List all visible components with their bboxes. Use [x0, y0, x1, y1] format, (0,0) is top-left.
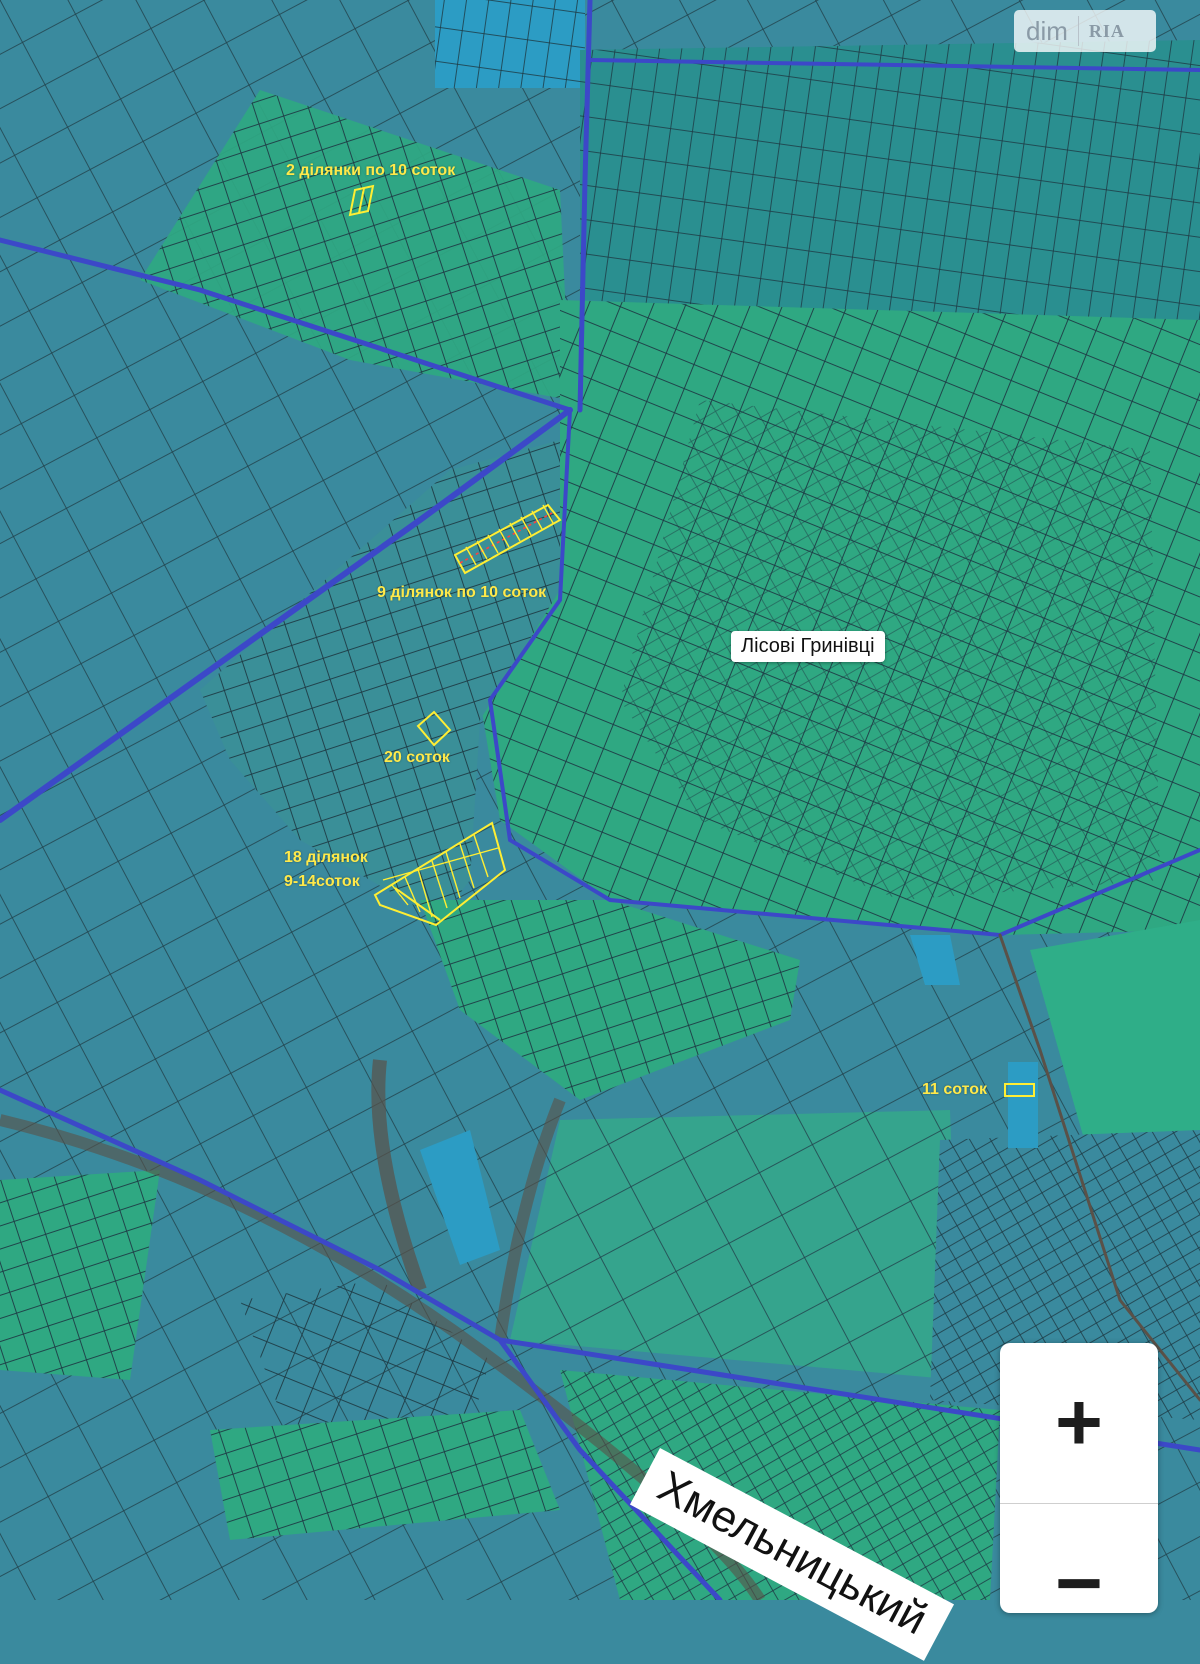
village-north-grid [580, 40, 1200, 330]
dimria-watermark: dim RIA [1014, 10, 1156, 52]
minus-icon: − [1055, 1538, 1103, 1629]
watermark-brand: dim [1026, 15, 1068, 46]
zoom-out-button[interactable]: − [1000, 1504, 1158, 1664]
green-field-south-grid [510, 1110, 960, 1380]
watermark-separator [1077, 16, 1079, 46]
label-nine-plots: 9 ділянок по 10 соток [377, 584, 547, 601]
village-name-label: Лісові Гринівці [731, 631, 885, 662]
label-two-plots: 2 ділянки по 10 соток [286, 162, 456, 179]
label-eleven-sotok: 11 соток [922, 1081, 988, 1098]
label-eighteen-line2: 9-14соток [284, 873, 360, 890]
plus-icon: + [1055, 1377, 1103, 1468]
field-blue-block-grid [435, 0, 585, 88]
zoom-in-button[interactable]: + [1000, 1343, 1158, 1503]
label-twenty-sotok: 20 соток [384, 749, 450, 766]
zoom-control: + − [1000, 1343, 1158, 1629]
watermark-ria-logo: RIA [1088, 20, 1125, 41]
blue-parcel-east [1008, 1062, 1038, 1148]
label-eighteen-line1: 18 ділянок [284, 849, 368, 866]
